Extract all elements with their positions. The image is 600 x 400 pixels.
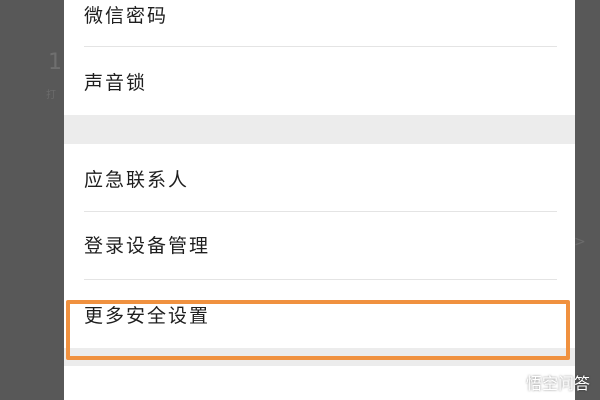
section-gap	[64, 348, 575, 366]
menu-item-label: 声音锁	[84, 72, 148, 94]
menu-item-emergency-contact[interactable]: 应急联系人	[64, 144, 575, 212]
watermark: 悟空问答	[501, 370, 590, 394]
section-gap	[64, 115, 575, 144]
menu-item-label: 登录设备管理	[84, 235, 211, 257]
background-number: 1	[48, 50, 62, 75]
menu-item-more-security-settings[interactable]: 更多安全设置	[64, 280, 575, 348]
background-chevron-icon: >	[574, 234, 586, 250]
wukong-logo-icon	[501, 372, 522, 392]
menu-item-wechat-password[interactable]: 微信密码	[64, 0, 575, 48]
menu-item-voice-lock[interactable]: 声音锁	[64, 47, 575, 115]
menu-item-device-management[interactable]: 登录设备管理	[64, 212, 575, 279]
menu-item-label: 更多安全设置	[84, 305, 211, 327]
menu-item-label: 应急联系人	[84, 169, 190, 191]
menu-item-label: 微信密码	[84, 5, 169, 27]
background-caption: 打	[46, 90, 56, 101]
watermark-text: 悟空问答	[525, 374, 590, 393]
menu-item-next[interactable]	[64, 366, 575, 400]
security-menu-panel: 微信密码 声音锁 应急联系人 登录设备管理 更多安全设置	[64, 0, 575, 400]
